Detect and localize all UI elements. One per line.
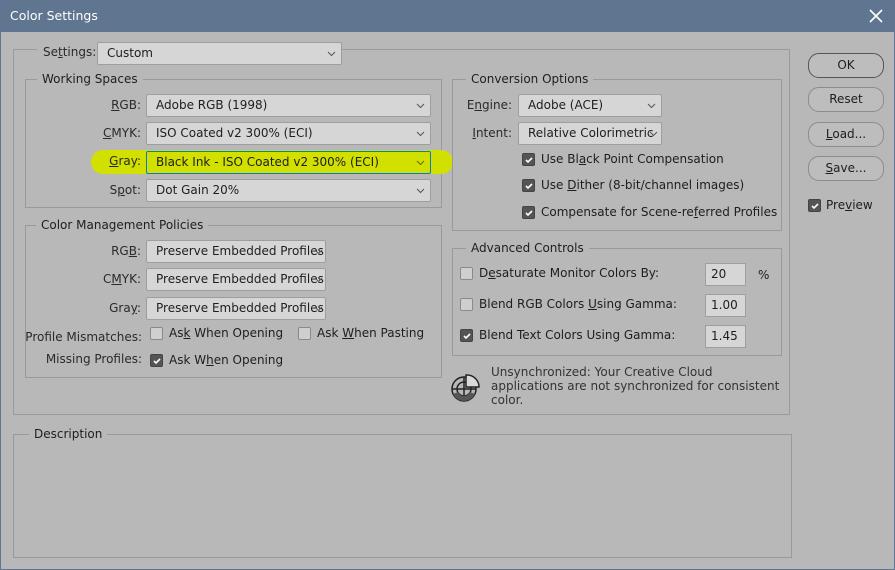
- color-settings-dialog: Color Settings Settings: Custom Working …: [0, 0, 895, 570]
- checkmark-icon: [525, 183, 533, 190]
- blend-text-gamma-input[interactable]: 1.45: [705, 325, 746, 348]
- rgb-policy-label: RGB:: [111, 244, 141, 258]
- rgb-policy-select[interactable]: Preserve Embedded Profiles: [146, 240, 326, 263]
- spot-working-label: Spot:: [109, 183, 141, 197]
- advanced-controls-title: Advanced Controls: [466, 241, 589, 255]
- chevron-down-icon: [416, 188, 425, 194]
- rgb-working-select[interactable]: Adobe RGB (1998): [146, 94, 431, 117]
- checkmark-icon: [525, 210, 533, 217]
- title-bar: Color Settings: [1, 1, 894, 32]
- ask-when-opening-missing-checkbox[interactable]: [150, 354, 163, 367]
- color-sync-icon: [451, 374, 480, 402]
- policies-title: Color Management Policies: [36, 218, 209, 232]
- desaturate-amount-input[interactable]: 20: [705, 263, 746, 286]
- desaturate-checkbox[interactable]: [460, 267, 473, 280]
- chevron-down-icon: [314, 249, 323, 255]
- cmyk-working-select[interactable]: ISO Coated v2 300% (ECI): [146, 122, 431, 145]
- blend-rgb-gamma-label[interactable]: Blend RGB Colors Using Gamma:: [479, 296, 677, 312]
- rgb-working-label: RGB:: [111, 98, 141, 112]
- cmyk-policy-label: CMYK:: [103, 272, 141, 286]
- checkmark-icon: [463, 333, 471, 340]
- gray-policy-select[interactable]: Preserve Embedded Profiles: [146, 297, 326, 320]
- ask-when-opening-mismatch-checkbox[interactable]: [150, 327, 163, 340]
- ask-when-opening-mismatch-label[interactable]: Ask When Opening: [169, 325, 283, 341]
- preview-label[interactable]: Preview: [826, 197, 873, 213]
- use-dither-checkbox[interactable]: [522, 179, 535, 192]
- chevron-down-icon: [647, 103, 656, 109]
- gray-working-label: Gray:: [109, 154, 141, 168]
- blend-rgb-gamma-checkbox[interactable]: [460, 298, 473, 311]
- preview-checkbox[interactable]: [808, 199, 821, 212]
- ok-button[interactable]: OK: [808, 53, 884, 78]
- chevron-down-icon: [416, 131, 425, 137]
- chevron-down-icon: [327, 51, 336, 57]
- engine-select[interactable]: Adobe (ACE): [518, 94, 662, 117]
- description-group: [13, 434, 792, 558]
- checkmark-icon: [525, 157, 533, 164]
- description-title: Description: [29, 427, 108, 441]
- scene-referred-checkbox[interactable]: [522, 206, 535, 219]
- chevron-down-icon: [314, 306, 323, 312]
- cmyk-policy-select[interactable]: Preserve Embedded Profiles: [146, 268, 326, 291]
- ask-when-pasting-label[interactable]: Ask When Pasting: [317, 325, 424, 341]
- black-point-compensation-checkbox[interactable]: [522, 153, 535, 166]
- blend-text-gamma-checkbox[interactable]: [460, 329, 473, 342]
- intent-label: Intent:: [472, 126, 512, 140]
- load-button[interactable]: Load...: [808, 122, 884, 147]
- reset-button[interactable]: Reset: [808, 87, 884, 112]
- settings-label: Settings:: [37, 42, 103, 62]
- conversion-options-title: Conversion Options: [466, 72, 594, 86]
- chevron-down-icon: [649, 131, 658, 137]
- ask-when-opening-missing-label[interactable]: Ask When Opening: [169, 352, 283, 368]
- cmyk-working-label: CMYK:: [103, 126, 141, 140]
- checkmark-icon: [811, 203, 819, 210]
- scene-referred-label[interactable]: Compensate for Scene-referred Profiles: [541, 204, 777, 220]
- missing-profiles-label: Missing Profiles:: [45, 352, 142, 366]
- chevron-down-icon: [314, 277, 323, 283]
- spot-working-select[interactable]: Dot Gain 20%: [146, 179, 431, 202]
- blend-rgb-gamma-input[interactable]: 1.00: [705, 294, 746, 317]
- engine-label: Engine:: [466, 98, 512, 112]
- black-point-compensation-label[interactable]: Use Black Point Compensation: [541, 151, 724, 167]
- close-icon[interactable]: [864, 4, 888, 28]
- desaturate-unit: %: [758, 268, 770, 282]
- use-dither-label[interactable]: Use Dither (8-bit/channel images): [541, 177, 744, 193]
- save-button[interactable]: Save...: [808, 156, 884, 181]
- gray-working-select[interactable]: Black Ink - ISO Coated v2 300% (ECI): [146, 151, 431, 174]
- working-spaces-title: Working Spaces: [37, 72, 143, 86]
- gray-policy-label: Gray:: [109, 301, 141, 315]
- settings-select[interactable]: Custom: [97, 42, 342, 65]
- chevron-down-icon: [416, 160, 425, 166]
- sync-status-text: Unsynchronized: Your Creative Cloud appl…: [491, 365, 780, 407]
- blend-text-gamma-label[interactable]: Blend Text Colors Using Gamma:: [479, 327, 675, 343]
- intent-select[interactable]: Relative Colorimetric: [518, 122, 662, 145]
- chevron-down-icon: [416, 103, 425, 109]
- ask-when-pasting-checkbox[interactable]: [298, 327, 311, 340]
- desaturate-label[interactable]: Desaturate Monitor Colors By:: [479, 265, 659, 281]
- window-title: Color Settings: [10, 8, 98, 23]
- checkmark-icon: [153, 358, 161, 365]
- profile-mismatches-label: Profile Mismatches:: [25, 330, 142, 344]
